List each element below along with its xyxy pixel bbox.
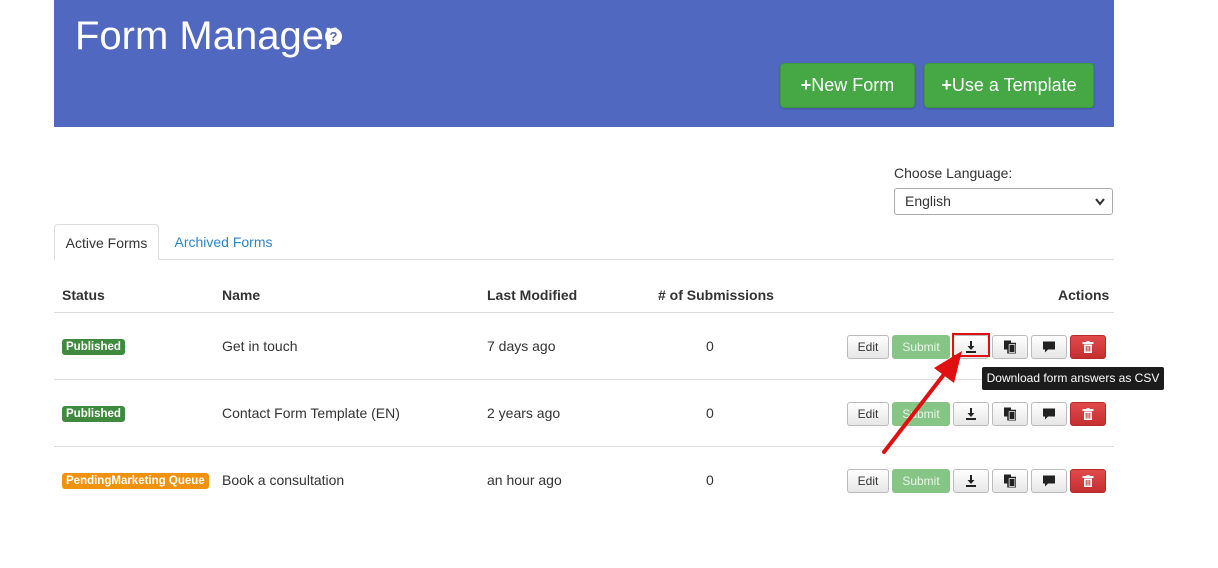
annotation-arrow-icon xyxy=(882,351,962,454)
